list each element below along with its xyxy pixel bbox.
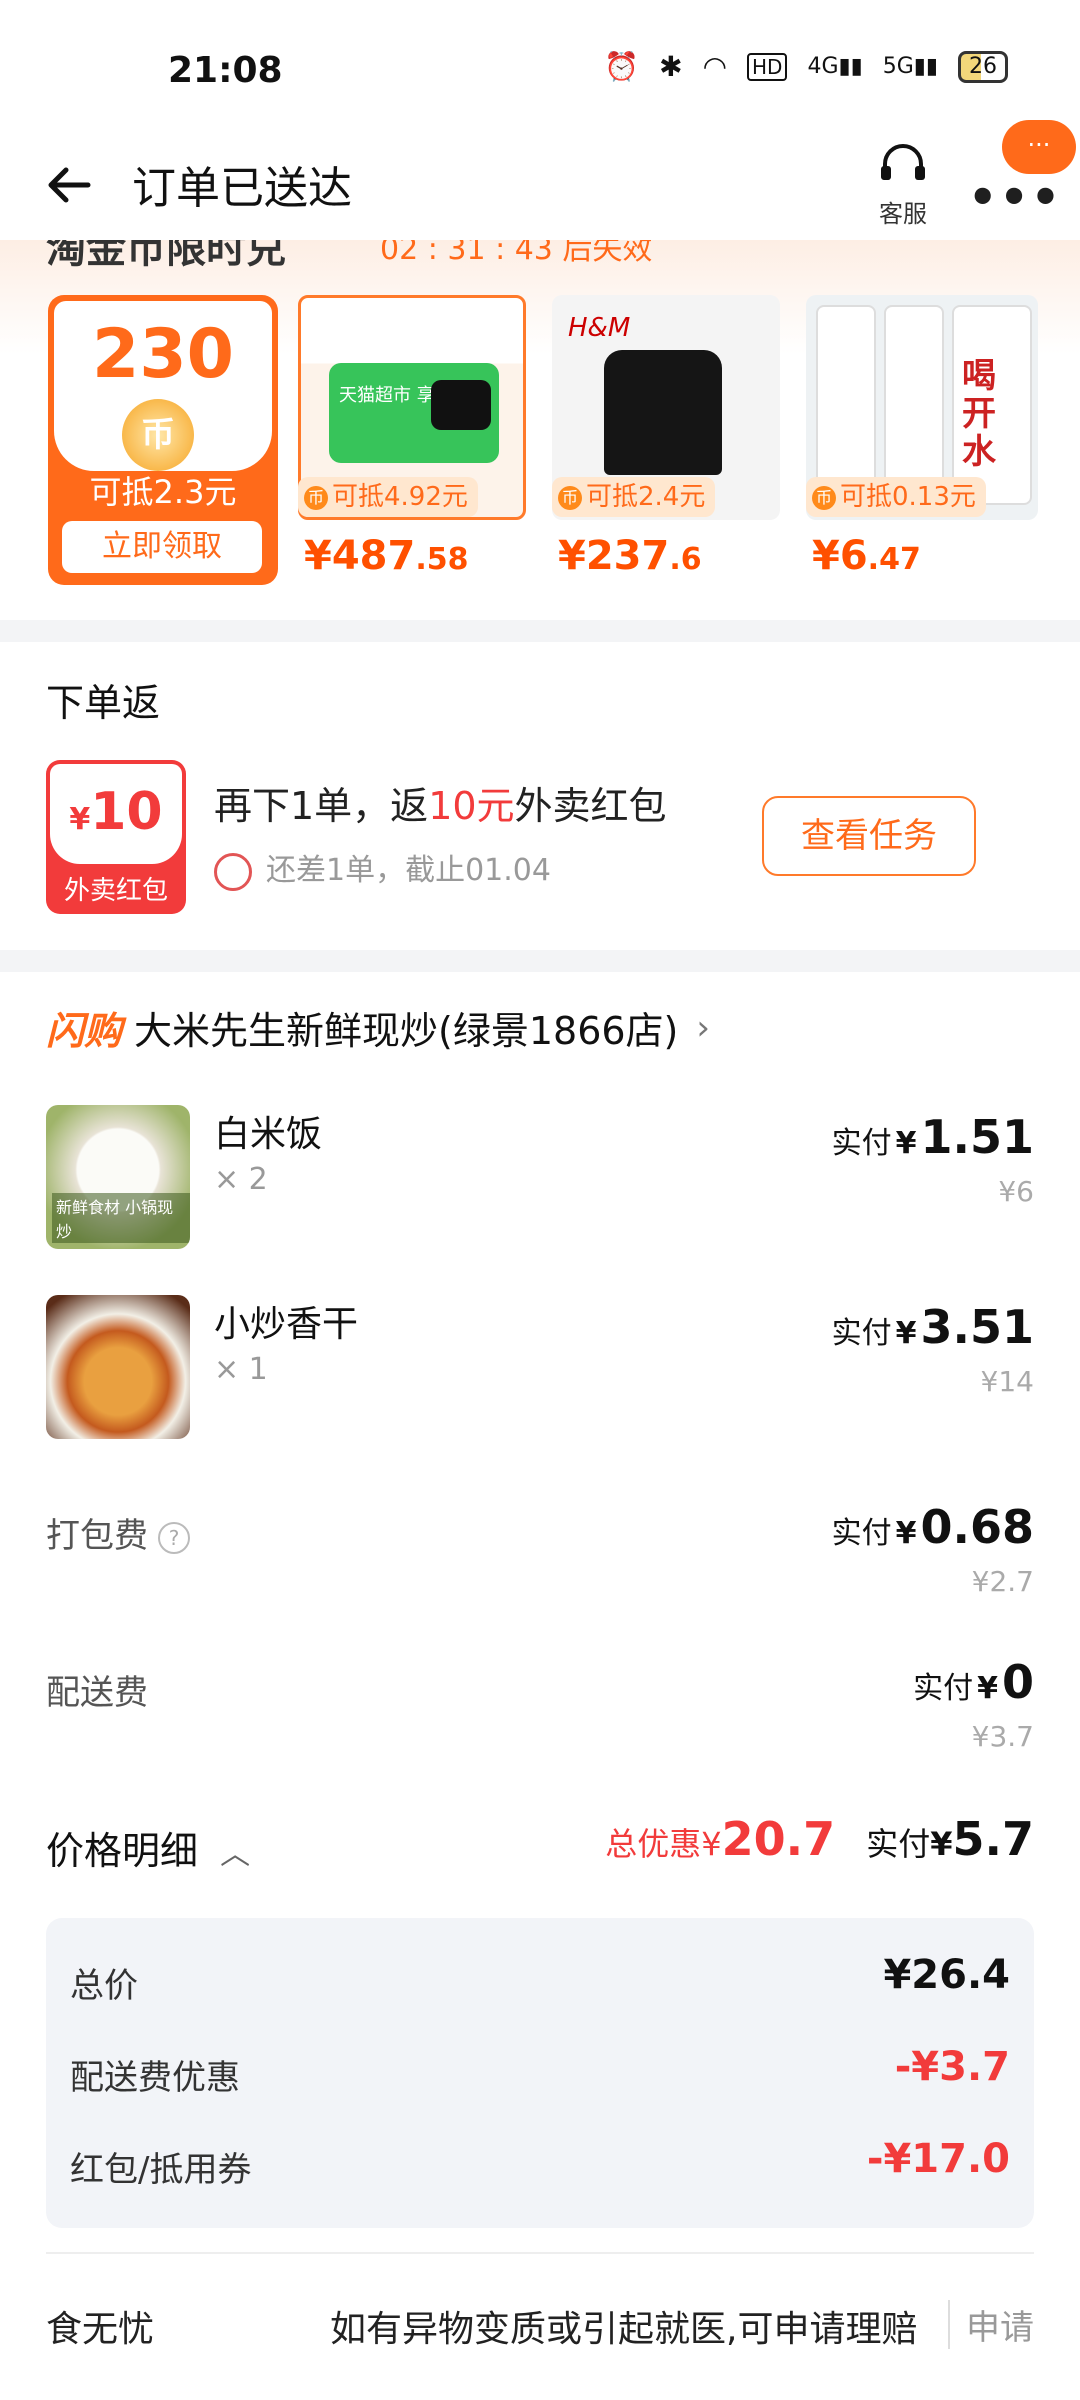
delivery-fee-label: 配送费 — [46, 1673, 148, 1713]
coin-deduct-text: 可抵2.3元 — [89, 473, 237, 511]
wifi-icon: ◠ — [702, 50, 728, 83]
tmall-cat-icon — [431, 380, 491, 430]
delivery-fee-paid: 实付 ¥0 — [913, 1655, 1034, 1709]
item-image[interactable]: 新鲜食材 小锅现炒 — [46, 1105, 190, 1249]
coin-countdown: 02 : 31 : 43 后失效 — [380, 240, 653, 267]
bluetooth-icon: ✱ — [659, 50, 683, 83]
packaging-fee-paid: 实付 ¥0.68 — [831, 1500, 1034, 1554]
price-detail-toggle[interactable]: 价格明细 ︿ — [46, 1820, 250, 1875]
signal-4g-icon: 4G▮▮ — [807, 54, 863, 79]
item-paid-price: 实付 ¥1.51 — [831, 1110, 1034, 1164]
item-quantity: × 2 — [214, 1162, 268, 1197]
coin-small-icon: 币 — [812, 485, 836, 510]
status-bar: 21:08 ⏰ ✱ ◠ HD 4G▮▮ 5G▮▮ 26 — [0, 0, 1080, 130]
more-bubble[interactable]: ··· — [1002, 120, 1076, 174]
red-packet-top: ¥10 — [50, 764, 182, 864]
product-price: ¥487.58 — [304, 533, 469, 579]
section-gap — [0, 950, 1080, 972]
status-time: 21:08 — [168, 50, 283, 91]
product-coin-tag: 币可抵0.13元 — [806, 477, 986, 517]
item-paid-price: 实付 ¥3.51 — [831, 1300, 1034, 1354]
customer-service-label: 客服 — [879, 200, 927, 228]
battery-icon: 26 — [958, 50, 1008, 83]
progress-circle-icon — [214, 852, 252, 891]
coin-icon: 币 — [122, 399, 194, 471]
flash-buy-tag: 闪购 — [46, 1009, 123, 1053]
coin-product-card[interactable]: 喝开水 币可抵0.13元 ¥6.47 — [806, 295, 1038, 585]
red-packet-amount: ¥10 — [69, 782, 163, 842]
coin-small-icon: 币 — [558, 485, 582, 510]
item-name: 小炒香干 — [214, 1304, 359, 1345]
store-name: 大米先生新鲜现炒(绿景1866店) — [134, 1009, 679, 1053]
delivery-discount-value: -¥3.7 — [894, 2044, 1010, 2090]
coin-product-card[interactable]: H&M 币可抵2.4元 ¥237.6 — [552, 295, 780, 585]
total-price-value: ¥26.4 — [883, 1952, 1010, 1998]
item-original-price: ¥14 — [980, 1365, 1034, 1398]
more-menu-icon[interactable]: ••• — [968, 170, 1062, 224]
coupon-discount-value: -¥17.0 — [866, 2136, 1010, 2182]
image-caption: 新鲜食材 小锅现炒 — [52, 1193, 190, 1243]
delivery-discount-label: 配送费优惠 — [70, 2058, 240, 2098]
coin-amount: 230 — [92, 315, 234, 394]
food-worry-free-text: 如有异物变质或引起就医,可申请理赔 — [330, 2309, 918, 2350]
delivery-fee-original: ¥3.7 — [971, 1720, 1034, 1753]
bottle-graphic — [884, 305, 944, 505]
product-coin-tag: 币可抵2.4元 — [552, 477, 716, 517]
brand-logo: H&M — [568, 313, 631, 343]
view-task-button[interactable]: 查看任务 — [762, 796, 976, 876]
item-name: 白米饭 — [214, 1114, 323, 1155]
item-original-price: ¥6 — [998, 1175, 1034, 1208]
product-price: ¥6.47 — [812, 533, 921, 579]
status-icons: ⏰ ✱ ◠ HD 4G▮▮ 5G▮▮ 26 — [604, 50, 1008, 83]
signal-5g-icon: 5G▮▮ — [882, 54, 938, 79]
coin-small-icon: 币 — [304, 485, 328, 510]
section-gap — [0, 620, 1080, 642]
coin-redeem-strip: 淘金币限时兑 02 : 31 : 43 后失效 230 币 可抵2.3元 立即领… — [0, 240, 1080, 620]
product-price: ¥237.6 — [558, 533, 702, 579]
apply-claim-link[interactable]: 申请 — [948, 2300, 1034, 2349]
chevron-up-icon: ︿ — [220, 1837, 251, 1872]
customer-service-button[interactable]: 客服 — [868, 142, 938, 229]
coin-claim-card[interactable]: 230 币 可抵2.3元 立即领取 — [48, 295, 278, 585]
headset-icon — [881, 144, 925, 180]
product-coin-tag: 币可抵4.92元 — [298, 477, 478, 517]
hd-icon: HD — [747, 52, 788, 81]
alarm-icon: ⏰ — [604, 50, 640, 83]
packaging-fee-original: ¥2.7 — [971, 1565, 1034, 1598]
rebate-title: 下单返 — [46, 681, 161, 725]
price-summary: 总优惠¥20.7 实付¥5.7 — [605, 1812, 1034, 1866]
coupon-discount-label: 红包/抵用券 — [70, 2150, 252, 2190]
total-price-label: 总价 — [70, 1966, 138, 2006]
red-packet-badge: ¥10 外卖红包 — [46, 760, 186, 914]
back-arrow-icon[interactable] — [40, 155, 100, 215]
nav-bar: 订单已送达 客服 ••• — [0, 130, 1080, 240]
bottle-graphic — [816, 305, 876, 505]
packaging-fee-label: 打包费? — [46, 1508, 190, 1557]
bottle-label: 喝开水 — [952, 305, 1032, 505]
rebate-headline: 再下1单，返10元外卖红包 — [214, 784, 667, 828]
jacket-graphic — [604, 350, 722, 475]
page-title: 订单已送达 — [132, 163, 352, 214]
red-packet-label: 外卖红包 — [63, 876, 168, 906]
item-quantity: × 1 — [214, 1352, 268, 1387]
store-link[interactable]: 闪购 大米先生新鲜现炒(绿景1866店) › — [46, 1000, 710, 1055]
coin-banner-title: 淘金币限时兑 — [46, 240, 286, 272]
rebate-progress: 还差1单，截止01.04 — [214, 845, 551, 891]
divider — [46, 2252, 1034, 2254]
food-worry-free-label: 食无忧 — [46, 2309, 155, 2350]
help-icon[interactable]: ? — [158, 1521, 190, 1554]
item-image[interactable] — [46, 1295, 190, 1439]
chevron-right-icon: › — [696, 1007, 710, 1048]
coin-product-card[interactable]: 天猫超市 享淘卡 币可抵4.92元 ¥487.58 — [298, 295, 526, 585]
price-breakdown-panel: 总价 ¥26.4 配送费优惠 -¥3.7 红包/抵用券 -¥17.0 — [46, 1918, 1034, 2228]
claim-coin-button[interactable]: 立即领取 — [62, 521, 262, 573]
